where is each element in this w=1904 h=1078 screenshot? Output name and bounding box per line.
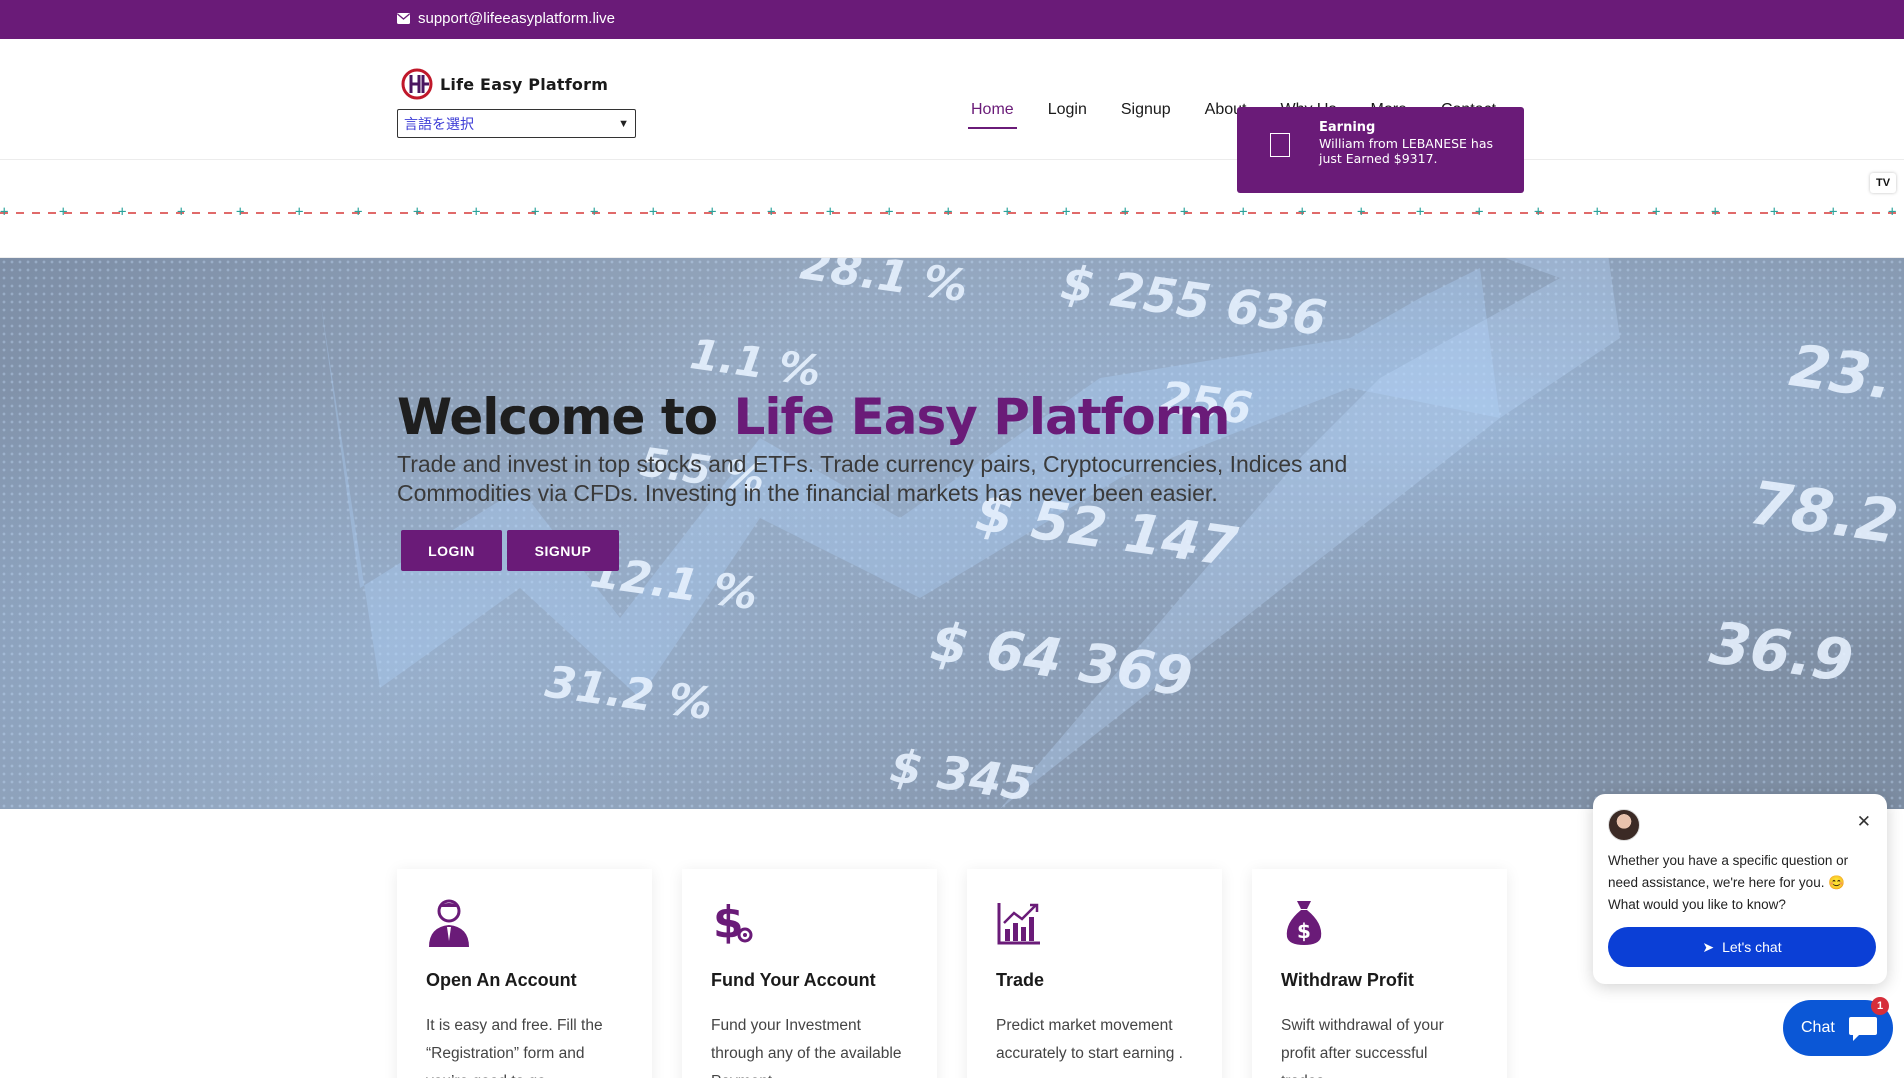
chat-message: Whether you have a specific question or … xyxy=(1608,853,1849,912)
feature-text: Swift withdrawal of your profit after su… xyxy=(1281,1017,1444,1078)
chat-popup: ✕ Whether you have a specific question o… xyxy=(1593,794,1887,984)
chat-bubble-icon xyxy=(1849,1017,1877,1041)
nav-login[interactable]: Login xyxy=(1031,101,1104,129)
chat-launcher-button[interactable]: Chat 1 xyxy=(1783,997,1893,1056)
hero-title-prefix: Welcome to xyxy=(397,388,734,446)
chat-launcher-label: Chat xyxy=(1801,1019,1835,1036)
feature-title: Open An Account xyxy=(426,970,577,990)
feature-title: Fund Your Account xyxy=(711,970,876,990)
feature-title: Withdraw Profit xyxy=(1281,970,1414,990)
agent-avatar xyxy=(1608,809,1640,841)
hero-title: Welcome to Life Easy Platform xyxy=(397,388,1407,446)
brand-logo[interactable]: Life Easy Platform xyxy=(400,67,608,101)
bar-chart-icon xyxy=(997,903,1040,945)
dollar-icon: $ xyxy=(713,897,753,948)
ticker-tape-widget: + + + + + + + + + + + + + + + + + + + + … xyxy=(0,160,1904,258)
language-select-value: 言語を選択 xyxy=(404,115,474,132)
chevron-down-icon: ▼ xyxy=(618,117,629,130)
language-select[interactable]: 言語を選択 ▼ xyxy=(397,109,636,138)
hero-signup-button[interactable]: SIGNUP xyxy=(507,530,619,571)
lets-chat-label: Let's chat xyxy=(1722,939,1782,955)
notification-image-placeholder xyxy=(1270,133,1290,157)
support-email: support@lifeeasyplatform.live xyxy=(418,10,615,27)
feature-title: Trade xyxy=(996,970,1045,990)
hero-content: Welcome to Life Easy Platform Trade and … xyxy=(397,388,1407,571)
envelope-icon xyxy=(397,13,410,24)
support-email-link[interactable]: support@lifeeasyplatform.live xyxy=(397,10,615,27)
send-icon: ➤ xyxy=(1702,938,1715,955)
site-header: Life Easy Platform 言語を選択 ▼ Home Login Si… xyxy=(0,39,1904,160)
hero-title-accent: Life Easy Platform xyxy=(733,388,1231,446)
notification-title: Earning xyxy=(1319,120,1376,135)
unread-badge: 1 xyxy=(1871,997,1889,1015)
feature-card-open-account: Open An Account It is easy and free. Fil… xyxy=(397,869,652,1078)
hero-subtitle: Trade and invest in top stocks and ETFs.… xyxy=(397,451,1348,506)
brand-name: Life Easy Platform xyxy=(440,74,609,94)
close-icon[interactable]: ✕ xyxy=(1857,812,1871,832)
feature-card-trade: Trade Predict market movement accurately… xyxy=(967,869,1222,1078)
hero-section: 28.1 % $ 255 636 1.1 % 23. 256 5.5 % 78.… xyxy=(0,258,1904,809)
notification-message: William from LEBANESE has just Earned $9… xyxy=(1319,136,1493,166)
hero-buttons: LOGIN SIGNUP xyxy=(401,530,1407,571)
nav-signup[interactable]: Signup xyxy=(1104,101,1188,129)
earning-notification: Earning William from LEBANESE has just E… xyxy=(1237,107,1524,193)
top-contact-bar: support@lifeeasyplatform.live xyxy=(0,0,1904,39)
money-bag-icon: $ xyxy=(1286,901,1322,945)
ticker-markers: + + + + + + + + + + + + + + + + + + + + … xyxy=(0,204,1904,220)
feature-text: Fund your Investment through any of the … xyxy=(711,1017,902,1078)
svg-text:$: $ xyxy=(1297,919,1311,943)
feature-text: Predict market movement accurately to st… xyxy=(996,1017,1183,1062)
feature-text: It is easy and free. Fill the “Registrat… xyxy=(426,1017,603,1078)
logo-mark-icon xyxy=(401,68,433,100)
user-icon xyxy=(429,899,469,947)
bg-number: 23. xyxy=(1785,331,1897,413)
feature-card-fund-account: $ Fund Your Account Fund your Investment… xyxy=(682,869,937,1078)
lets-chat-button[interactable]: ➤ Let's chat xyxy=(1608,927,1876,967)
nav-home[interactable]: Home xyxy=(954,101,1031,129)
tradingview-logo-icon[interactable]: TV xyxy=(1870,173,1896,193)
hero-login-button[interactable]: LOGIN xyxy=(401,530,502,571)
feature-cards: Open An Account It is easy and free. Fil… xyxy=(397,869,1507,1078)
feature-card-withdraw: $ Withdraw Profit Swift withdrawal of yo… xyxy=(1252,869,1507,1078)
